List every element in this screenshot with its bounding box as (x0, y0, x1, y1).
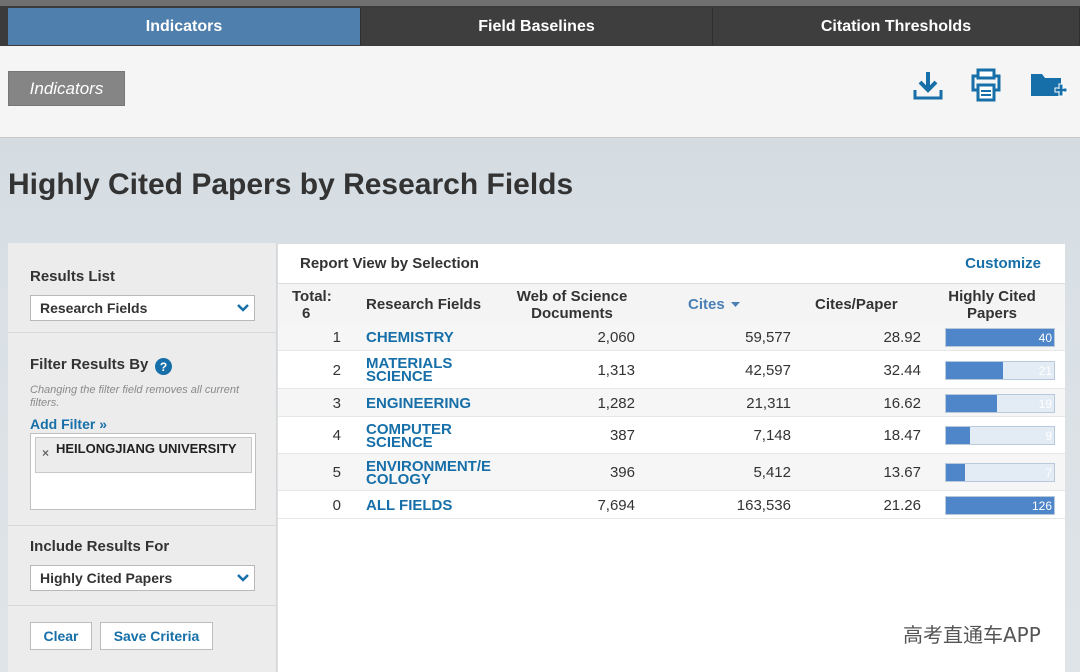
results-list-select[interactable]: Research Fields (30, 295, 255, 321)
report-view-title: Report View by Selection (300, 255, 479, 272)
cites-cell: 42,597 (745, 362, 791, 379)
help-icon[interactable]: ? (155, 358, 172, 375)
indicators-button[interactable]: Indicators (8, 71, 125, 106)
cites-cell: 21,311 (746, 395, 791, 412)
wos-documents-cell: 387 (609, 427, 635, 444)
wos-documents-cell: 396 (609, 464, 635, 481)
active-filters-box: × HEILONGJIANG UNIVERSITY (30, 433, 256, 510)
tab-indicators[interactable]: Indicators (8, 8, 361, 45)
table-row[interactable]: 2 MATERIALS SCIENCE 1,313 42,597 32.44 21 (278, 351, 1065, 389)
report-panel: Report View by Selection Customize Total… (278, 244, 1065, 672)
criteria-panel: Results List Research Fields Filter Resu… (8, 243, 277, 672)
hcp-bar-fill (946, 427, 971, 444)
sort-desc-icon (730, 302, 740, 308)
download-icon[interactable] (910, 68, 946, 104)
cites-cell: 5,412 (753, 464, 791, 481)
hcp-bar: 126 (945, 496, 1055, 515)
include-results-select[interactable]: Highly Cited Papers (30, 565, 255, 591)
hcp-bar-label: 19 (1038, 397, 1052, 411)
table-row[interactable]: 5 ENVIRONMENT/E COLOGY 396 5,412 13.67 7 (278, 454, 1065, 491)
rank-cell: 1 (332, 329, 341, 346)
cites-per-paper-cell: 21.26 (883, 497, 921, 514)
total-label: Total: (292, 288, 332, 305)
include-results-section: Include Results For Highly Cited Papers (8, 526, 277, 606)
header-cites-per-paper[interactable]: Cites/Paper (815, 296, 898, 313)
clear-button[interactable]: Clear (30, 622, 92, 650)
total-count: 6 (302, 305, 311, 322)
filter-chip: × HEILONGJIANG UNIVERSITY (35, 437, 252, 473)
tab-citation-thresholds[interactable]: Citation Thresholds (713, 8, 1080, 45)
hcp-bar-fill (946, 395, 998, 412)
hcp-bar-label: 9 (1045, 429, 1052, 443)
hcp-bar: 9 (945, 426, 1055, 445)
header-research-fields[interactable]: Research Fields (366, 296, 481, 313)
wos-documents-cell: 7,694 (597, 497, 635, 514)
results-list-value: Research Fields (40, 300, 148, 316)
header-wos-documents[interactable]: Web of Science Documents (508, 288, 636, 322)
tab-field-baselines[interactable]: Field Baselines (361, 8, 713, 45)
add-filter-link[interactable]: Add Filter » (30, 416, 107, 432)
hcp-bar-label: 21 (1038, 364, 1052, 378)
hcp-bar: 40 (945, 328, 1055, 347)
research-field-link[interactable]: COMPUTER SCIENCE (366, 422, 506, 450)
header-cites[interactable]: Cites (688, 296, 740, 313)
cites-per-paper-cell: 32.44 (883, 362, 921, 379)
print-icon[interactable] (968, 68, 1004, 104)
research-field-link[interactable]: ENGINEERING (366, 396, 506, 411)
hcp-bar-label: 126 (1031, 499, 1052, 513)
results-list-section: Results List Research Fields (8, 243, 277, 333)
rank-cell: 0 (332, 497, 341, 514)
toolbar: Indicators (0, 46, 1080, 138)
rank-cell: 3 (332, 395, 341, 412)
hcp-bar-fill (946, 464, 965, 481)
page-title: Highly Cited Papers by Research Fields (8, 168, 574, 201)
cites-per-paper-cell: 18.47 (883, 427, 921, 444)
wos-documents-cell: 2,060 (597, 329, 635, 346)
include-results-value: Highly Cited Papers (40, 570, 173, 586)
hcp-bar-fill (946, 362, 1003, 379)
rank-cell: 2 (332, 362, 341, 379)
research-field-link[interactable]: ENVIRONMENT/E COLOGY (366, 459, 506, 487)
hcp-bar-label: 40 (1038, 331, 1052, 345)
table-header: Total: 6 Research Fields Web of Science … (278, 283, 1065, 327)
header-cites-label: Cites (688, 296, 725, 313)
cites-per-paper-cell: 16.62 (883, 395, 921, 412)
table-row[interactable]: 1 CHEMISTRY 2,060 59,577 28.92 40 (278, 324, 1065, 351)
top-tab-bar: Indicators Field Baselines Citation Thre… (0, 0, 1080, 46)
filter-chip-label: HEILONGJIANG UNIVERSITY (56, 441, 237, 456)
filter-results-label: Filter Results By (30, 356, 149, 373)
remove-filter-icon[interactable]: × (42, 446, 49, 460)
customize-link[interactable]: Customize (965, 255, 1041, 272)
filter-hint: Changing the filter field removes all cu… (30, 384, 240, 409)
research-field-link[interactable]: MATERIALS SCIENCE (366, 356, 506, 384)
cites-cell: 163,536 (736, 497, 791, 514)
cites-cell: 7,148 (753, 427, 791, 444)
cites-cell: 59,577 (745, 329, 791, 346)
wos-documents-cell: 1,313 (597, 362, 635, 379)
chevron-down-icon (232, 566, 254, 590)
cites-per-paper-cell: 13.67 (883, 464, 921, 481)
research-field-link[interactable]: ALL FIELDS (366, 498, 506, 513)
cites-per-paper-cell: 28.92 (883, 329, 921, 346)
save-criteria-button[interactable]: Save Criteria (100, 622, 213, 650)
hcp-bar: 7 (945, 463, 1055, 482)
chevron-down-icon (232, 296, 254, 320)
include-results-label: Include Results For (30, 538, 170, 555)
wos-documents-cell: 1,282 (597, 395, 635, 412)
watermark: 高考直通车APP (903, 623, 1041, 647)
research-field-link[interactable]: CHEMISTRY (366, 330, 506, 345)
table-row[interactable]: 3 ENGINEERING 1,282 21,311 16.62 19 (278, 389, 1065, 417)
table-row[interactable]: 4 COMPUTER SCIENCE 387 7,148 18.47 9 (278, 417, 1065, 454)
hcp-bar: 19 (945, 394, 1055, 413)
hcp-bar-label: 7 (1045, 466, 1052, 480)
header-highly-cited-papers[interactable]: Highly Cited Papers (940, 288, 1044, 322)
results-list-label: Results List (30, 268, 116, 285)
rank-cell: 4 (332, 427, 341, 444)
table-row[interactable]: 0 ALL FIELDS 7,694 163,536 21.26 126 (278, 491, 1065, 519)
tab-bar-topline (0, 0, 1080, 6)
rank-cell: 5 (332, 464, 341, 481)
hcp-bar: 21 (945, 361, 1055, 380)
add-folder-icon[interactable] (1028, 68, 1068, 104)
